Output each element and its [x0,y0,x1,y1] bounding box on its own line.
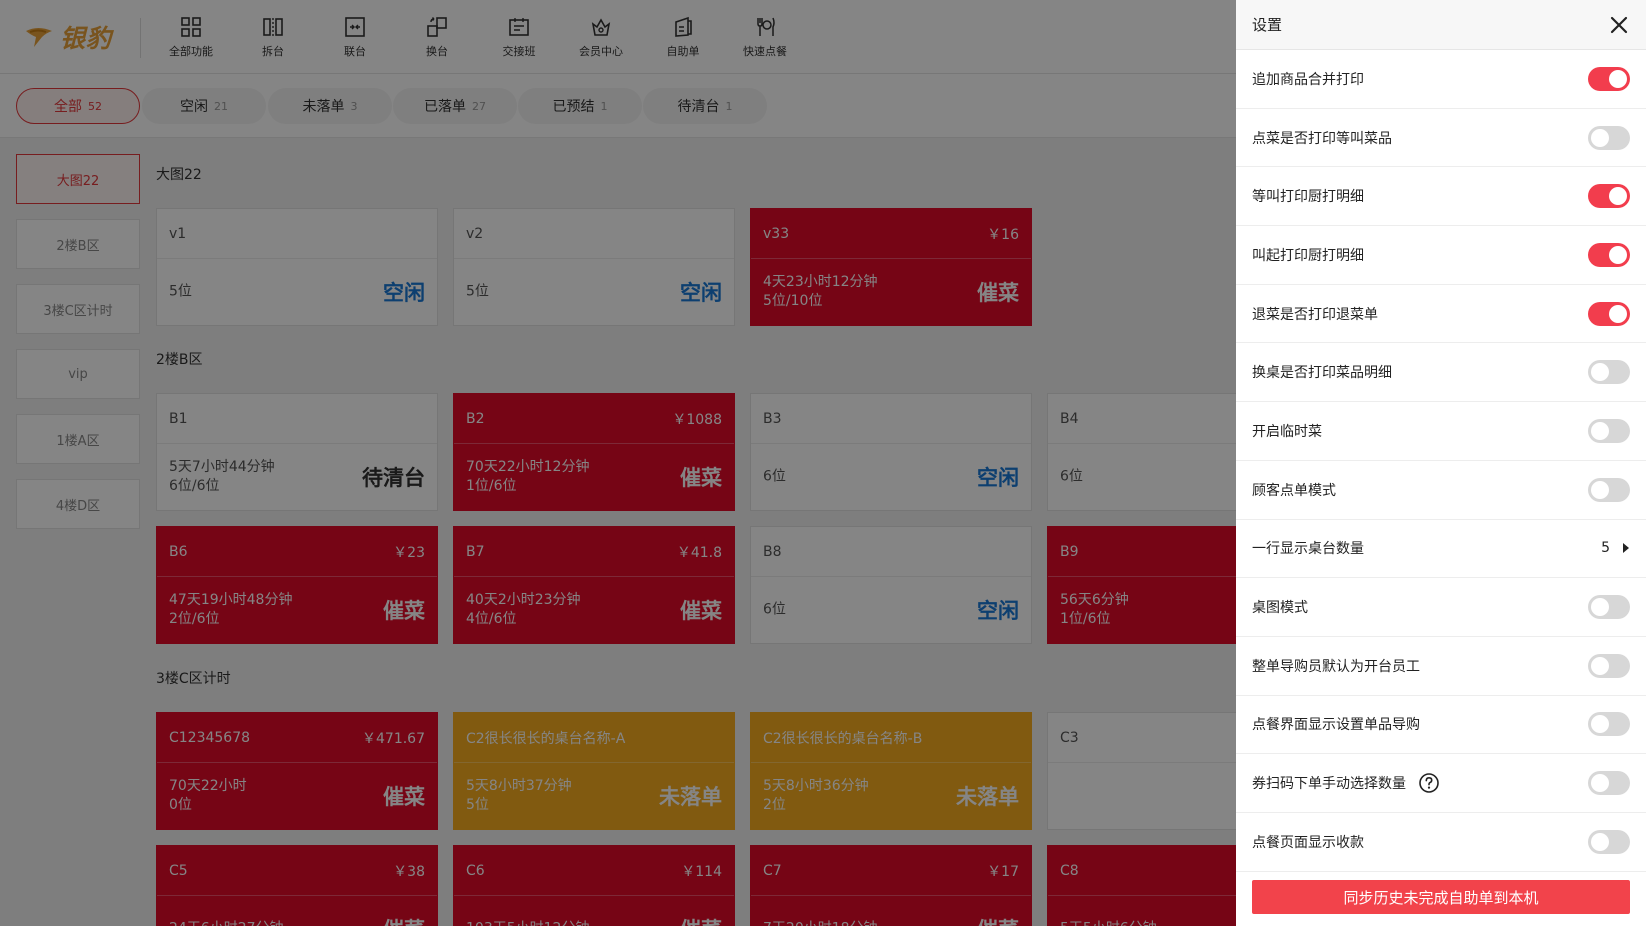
toggle-knob [1591,715,1609,734]
toggle-knob [1591,774,1609,793]
sync-self-orders-button[interactable]: 同步历史未完成自助单到本机 [1252,880,1630,914]
toggle-switch[interactable] [1588,301,1630,326]
setting-row: 点餐界面显示设置单品导购 [1236,696,1646,755]
setting-row: 券扫码下单手动选择数量 [1236,754,1646,813]
column-count-selector[interactable]: 5 [1601,540,1630,556]
toggle-switch[interactable] [1588,595,1630,620]
settings-list: 追加商品合并打印点菜是否打印等叫菜品 等叫打印厨打明细 叫起打印厨打明细 退菜是否打印… [1236,50,1646,872]
toggle-knob [1609,304,1627,323]
setting-label: 顾客点单模式 [1252,482,1336,499]
setting-label: 点菜是否打印等叫菜品 [1252,130,1392,147]
setting-label: 点餐界面显示设置单品导购 [1252,717,1420,734]
modal-backdrop[interactable] [0,0,1236,926]
setting-label: 换桌是否打印菜品明细 [1252,365,1392,382]
setting-row: 点菜是否打印等叫菜品 [1236,109,1646,168]
setting-label: 点餐页面显示收款 [1252,834,1364,851]
toggle-knob [1591,832,1609,851]
setting-row: 追加商品合并打印 [1236,50,1646,109]
setting-row: 换桌是否打印菜品明细 [1236,343,1646,403]
setting-row: 整单导购员默认为开台员工 [1236,637,1646,696]
toggle-knob [1591,128,1609,147]
close-icon[interactable] [1608,14,1630,36]
setting-row: 开启临时菜 [1236,402,1646,461]
toggle-knob [1591,421,1609,440]
setting-row: 退菜是否打印退菜单 [1236,285,1646,344]
help-icon[interactable] [1418,772,1440,794]
setting-row: 点餐页面显示收款 [1236,813,1646,872]
setting-label: 桌图模式 [1252,600,1308,617]
setting-label: 开启临时菜 [1252,423,1322,440]
toggle-switch[interactable] [1588,125,1630,150]
toggle-knob [1591,656,1609,675]
toggle-switch[interactable] [1588,829,1630,854]
chevron-right-icon [1623,543,1629,554]
setting-label: 等叫打印厨打明细 [1252,189,1364,206]
toggle-knob [1609,187,1627,206]
setting-label: 叫起打印厨打明细 [1252,247,1364,264]
setting-row: 等叫打印厨打明细 [1236,167,1646,227]
toggle-switch[interactable] [1588,66,1630,91]
setting-row: 顾客点单模式 [1236,461,1646,520]
toggle-knob [1609,245,1627,264]
toggle-switch[interactable] [1588,184,1630,209]
toggle-switch[interactable] [1588,418,1630,443]
setting-label: 退菜是否打印退菜单 [1252,306,1378,323]
setting-row: 一行显示桌台数量 5 [1236,520,1646,579]
toggle-switch[interactable] [1588,242,1630,267]
toggle-switch[interactable] [1588,771,1630,796]
toggle-switch[interactable] [1588,477,1630,502]
settings-panel: 设置 追加商品合并打印点菜是否打印等叫菜品 等叫打印厨打明细 叫起打印厨打明细 退菜是… [1236,0,1646,926]
setting-value: 5 [1601,540,1610,557]
toggle-switch[interactable] [1588,360,1630,385]
toggle-switch[interactable] [1588,712,1630,737]
setting-row: 桌图模式 [1236,578,1646,637]
setting-label: 一行显示桌台数量 [1252,541,1364,558]
setting-label: 追加商品合并打印 [1252,71,1364,88]
setting-label: 整单导购员默认为开台员工 [1252,658,1420,675]
settings-title: 设置 [1252,16,1283,34]
setting-row: 叫起打印厨打明细 [1236,226,1646,285]
setting-label: 券扫码下单手动选择数量 [1252,776,1406,793]
toggle-knob [1591,598,1609,617]
toggle-knob [1591,363,1609,382]
settings-header: 设置 [1236,0,1646,50]
toggle-knob [1591,480,1609,499]
toggle-switch[interactable] [1588,653,1630,678]
toggle-knob [1609,69,1627,88]
